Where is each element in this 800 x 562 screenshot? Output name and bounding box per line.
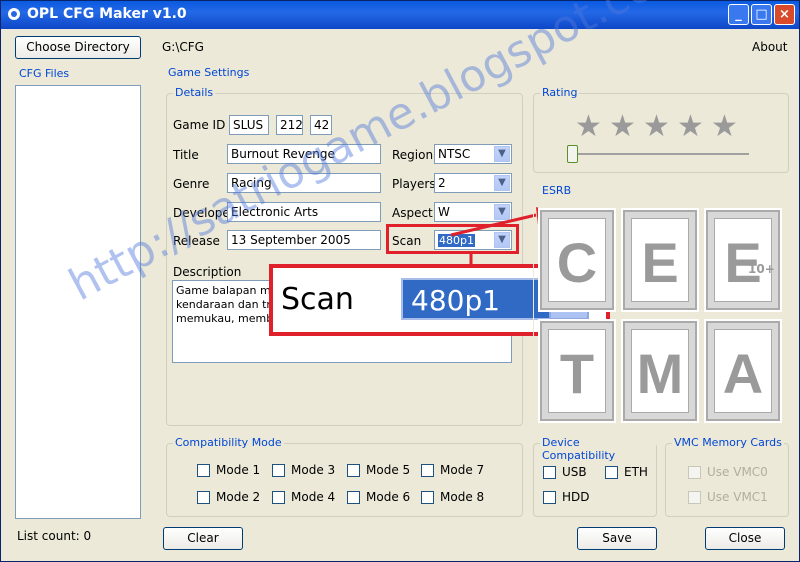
star-icon[interactable]: ★ [677,109,704,144]
close-button[interactable]: Close [705,527,785,550]
mode-3-label: Mode 3 [291,463,336,477]
game-settings-label: Game Settings [166,66,252,79]
mode-5-label: Mode 5 [366,463,411,477]
eth-label: ETH [624,465,648,479]
rating-slider-track[interactable] [573,153,749,155]
developer-label: Developer [173,206,235,220]
cfg-files-label: CFG Files [17,67,72,80]
release-field[interactable]: 13 September 2005 [227,230,381,250]
esrb-letter: E [641,231,679,294]
mode-5-checkbox[interactable] [347,464,360,477]
mode-4-label: Mode 4 [291,490,336,504]
players-select[interactable]: 2 ▼ [434,173,512,193]
players-value: 2 [438,176,446,190]
mode-7-label: Mode 7 [440,463,485,477]
esrb-card-c[interactable]: C [538,208,616,312]
esrb-card-e10[interactable]: E 10+ [704,208,782,312]
device-compat-group: Device Compatibility [533,436,657,517]
chevron-down-icon[interactable]: ▼ [494,146,510,162]
zoom-scan-label: Scan [281,282,354,317]
esrb-label: ESRB [540,184,574,197]
esrb-letter: M [636,342,684,405]
mode-3-checkbox[interactable] [272,464,285,477]
vmc-group: VMC Memory Cards [665,436,789,517]
esrb-card-a[interactable]: A [704,319,782,423]
vmc1-label: Use VMC1 [707,490,768,504]
hdd-checkbox[interactable] [543,491,556,504]
directory-path: G:\CFG [162,40,204,54]
game-id-field-1[interactable]: SLUS [229,115,269,135]
mode-4-checkbox[interactable] [272,491,285,504]
players-label: Players [392,177,436,191]
mode-1-checkbox[interactable] [197,464,210,477]
save-button[interactable]: Save [577,527,657,550]
game-id-field-2[interactable]: 212 [276,115,303,135]
vmc1-checkbox[interactable] [688,491,701,504]
aspect-label: Aspect [392,206,433,220]
mode-2-label: Mode 2 [216,490,261,504]
title-bar: OPL CFG Maker v1.0 _ □ × [1,1,799,29]
vmc-label: VMC Memory Cards [672,436,784,449]
star-icon[interactable]: ★ [643,109,670,144]
rating-slider-handle[interactable] [567,145,578,163]
cfg-files-list[interactable] [15,85,141,519]
region-select[interactable]: NTSC ▼ [434,144,512,164]
hdd-label: HDD [562,490,590,504]
mode-8-label: Mode 8 [440,490,485,504]
title-field[interactable]: Burnout Revenge [227,144,381,164]
clear-button[interactable]: Clear [163,527,243,550]
maximize-icon[interactable]: □ [751,4,772,25]
esrb-card-m[interactable]: M [621,319,699,423]
release-label: Release [173,234,220,248]
minimize-icon[interactable]: _ [728,4,749,25]
usb-checkbox[interactable] [543,466,556,479]
esrb-card-t[interactable]: T [538,319,616,423]
mode-6-label: Mode 6 [366,490,411,504]
usb-label: USB [562,465,587,479]
close-icon[interactable]: × [774,4,795,25]
game-id-label: Game ID [173,118,226,132]
esrb-card-e[interactable]: E [621,208,699,312]
app-window: OPL CFG Maker v1.0 _ □ × Choose Director… [0,0,800,562]
compatibility-mode-label: Compatibility Mode [173,436,284,449]
vmc0-checkbox[interactable] [688,466,701,479]
developer-field[interactable]: Electronic Arts [227,202,381,222]
mode-1-label: Mode 1 [216,463,261,477]
scan-label: Scan [392,234,422,248]
mode-8-checkbox[interactable] [421,491,434,504]
eth-checkbox[interactable] [605,466,618,479]
mode-7-checkbox[interactable] [421,464,434,477]
chevron-down-icon[interactable]: ▼ [494,175,510,191]
region-label: Region [392,148,434,162]
star-icon[interactable]: ★ [711,109,738,144]
region-value: NTSC [438,147,471,161]
star-icon[interactable]: ★ [609,109,636,144]
vmc0-label: Use VMC0 [707,465,768,479]
details-label: Details [173,86,216,99]
choose-directory-button[interactable]: Choose Directory [15,36,141,59]
rating-label: Rating [540,86,580,99]
mode-2-checkbox[interactable] [197,491,210,504]
device-compat-label: Device Compatibility [540,436,656,462]
compatibility-mode-group: Compatibility Mode [166,436,523,517]
list-count: List count: 0 [17,529,92,543]
esrb-card-sub: 10+ [748,262,775,276]
esrb-letter: A [722,342,764,405]
about-link[interactable]: About [752,40,787,54]
esrb-letter: T [559,342,595,405]
description-label: Description [173,265,242,279]
title-label: Title [173,148,199,162]
mode-6-checkbox[interactable] [347,491,360,504]
genre-field[interactable]: Racing [227,173,381,193]
app-icon [8,8,20,20]
star-icon[interactable]: ★ [575,109,602,144]
window-title: OPL CFG Maker v1.0 [27,6,187,22]
genre-label: Genre [173,177,210,191]
game-id-field-3[interactable]: 42 [310,115,332,135]
esrb-letter: C [556,231,598,294]
